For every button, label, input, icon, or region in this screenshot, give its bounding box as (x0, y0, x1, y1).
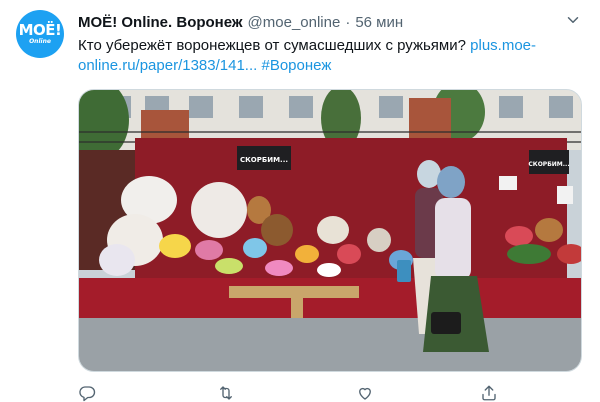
share-button[interactable] (480, 384, 504, 402)
tweet-photo[interactable]: СКОРБИМ... СКОРБИМ... (78, 89, 582, 372)
like-icon (359, 387, 371, 400)
separator-dot: · (345, 13, 351, 31)
retweet-icon (220, 386, 232, 400)
tweet-header: МОЁ! Online. Воронеж @moe_online · 56 ми… (78, 12, 403, 32)
tweet-hashtag[interactable]: #Воронеж (261, 57, 331, 74)
tweet-text: Кто убережёт воронежцев от сумасшедших с… (78, 36, 578, 76)
avatar-logo-text: МОЁ! (18, 21, 62, 39)
tweet-card[interactable]: МОЁ! Online МОЁ! Online. Воронеж @moe_on… (0, 0, 600, 402)
reply-button[interactable] (78, 384, 102, 402)
memorial-photo: СКОРБИМ... СКОРБИМ... (79, 90, 581, 371)
tweet-timestamp[interactable]: 56 мин (355, 14, 403, 31)
author-handle[interactable]: @moe_online (248, 14, 341, 31)
more-options-button[interactable] (561, 8, 585, 32)
sign-left-text: СКОРБИМ... (240, 156, 288, 164)
tweet-body-text: Кто убережёт воронежцев от сумасшедших с… (78, 37, 471, 54)
reply-icon (79, 386, 96, 402)
share-icon (482, 385, 496, 401)
like-button[interactable] (356, 384, 380, 402)
more-options-icon (567, 17, 579, 23)
tweet-actions (78, 384, 582, 402)
author-avatar[interactable]: МОЁ! Online (16, 10, 64, 58)
sign-right-text: СКОРБИМ... (528, 161, 569, 168)
avatar-logo-subtext: Online (29, 38, 51, 45)
author-name[interactable]: МОЁ! Online. Воронеж (78, 14, 243, 31)
retweet-button[interactable] (216, 384, 240, 402)
